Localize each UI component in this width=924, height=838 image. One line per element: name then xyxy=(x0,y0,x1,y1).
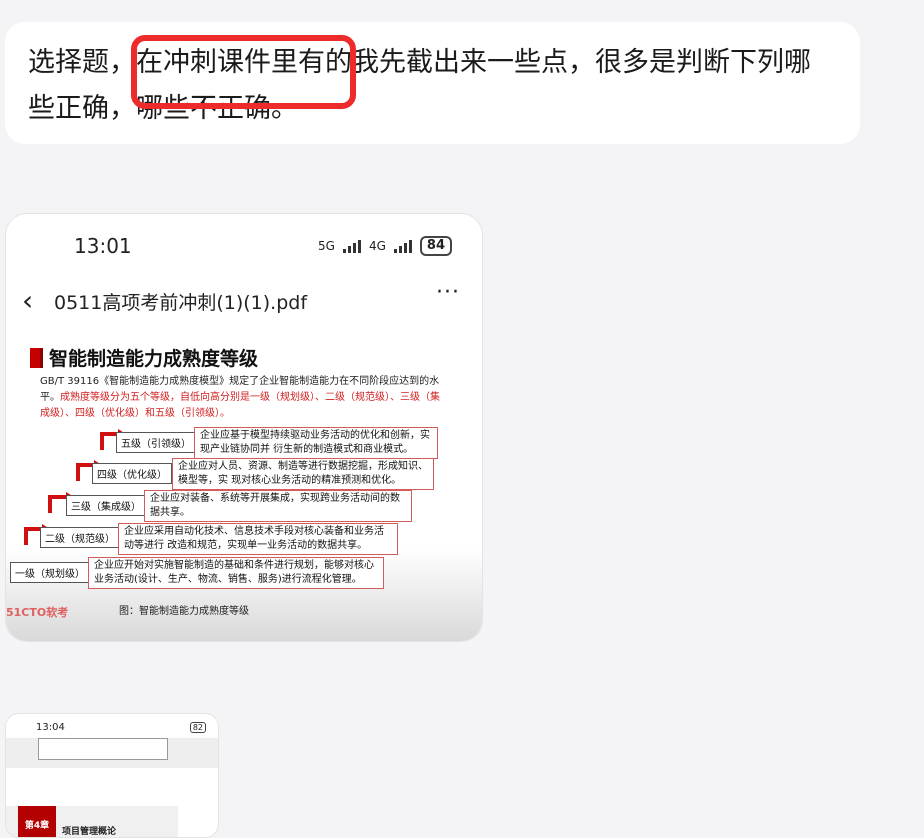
chapter-title: 项目管理概论 xyxy=(62,827,117,837)
battery-icon: 84 xyxy=(419,236,452,256)
status-time: 13:04 xyxy=(36,722,65,733)
level-5-desc: 企业应基于模型持续驱动业务活动的优化和创新，实现产业链协同并 衍生新的制造模式和… xyxy=(194,427,438,459)
status-time: 13:01 xyxy=(74,234,132,258)
pdf-page: 智能制造能力成熟度等级 GB/T 39116《智能制造能力成熟度模型》规定了企业… xyxy=(6,326,482,641)
chapter-label: 第4章 xyxy=(18,806,56,837)
level-2-label: 二级（规范级） xyxy=(40,527,120,548)
pdf-file-title: 0511高项考前冲刺(1)(1).pdf xyxy=(54,292,308,314)
chevron-left-icon[interactable]: ‹ xyxy=(22,284,33,317)
level-4-label: 四级（优化级） xyxy=(92,463,172,484)
level-1-desc: 企业应开始对实施智能制造的基础和条件进行规划，能够对核心业务活动(设计、生产、物… xyxy=(88,557,384,589)
page-title-text: 智能制造能力成熟度等级 xyxy=(49,348,259,370)
level-3-desc: 企业应对装备、系统等开展集成，实现跨业务活动间的数据共享。 xyxy=(144,490,412,522)
message-bubble: 选择题，在冲刺课件里有的我先截出来一些点，很多是判断下列哪 些正确，哪些不正确。 xyxy=(5,22,860,144)
title-marker xyxy=(30,347,43,368)
page-intro: GB/T 39116《智能制造能力成熟度模型》规定了企业智能制造能力在不同阶段应… xyxy=(40,374,440,422)
more-icon[interactable]: ··· xyxy=(436,280,460,305)
highlight-box xyxy=(131,35,356,109)
mini-diagram xyxy=(38,738,168,760)
screenshot-image-2[interactable]: 13:04 82 第4章 项目管理概论 xyxy=(5,713,219,838)
battery-icon: 82 xyxy=(189,722,206,733)
screenshot-image-1[interactable]: 13:01 5G 4G 84 ‹ 0511高项考前冲刺(1)(1).pdf ··… xyxy=(5,213,483,642)
page-title: 智能制造能力成熟度等级 xyxy=(30,344,258,371)
signal-icon-2 xyxy=(393,239,412,253)
watermark-logo: 51CTO软考 xyxy=(6,606,69,619)
figure-caption: 图：智能制造能力成熟度等级 xyxy=(119,606,249,617)
network-5g-label: 5G xyxy=(318,239,335,253)
status-icons: 5G 4G 84 xyxy=(318,236,452,256)
level-4-desc: 企业应对人员、资源、制造等进行数据挖掘，形成知识、模型等，实 现对核心业务活动的… xyxy=(172,458,434,490)
level-5-label: 五级（引领级） xyxy=(116,432,196,453)
arrow-icon xyxy=(48,492,74,513)
network-4g-label: 4G xyxy=(368,239,386,253)
level-2-desc: 企业应采用自动化技术、信息技术手段对核心装备和业务活动等进行 改造和规范，实现单… xyxy=(118,523,398,555)
intro-red-text: 成熟度等级分为五个等级，自低向高分别是一级（规划级）、二级（规范级）、三级（集 … xyxy=(40,392,440,419)
level-3-label: 三级（集成级） xyxy=(66,495,146,516)
pdf-nav-bar: ‹ 0511高项考前冲刺(1)(1).pdf ··· xyxy=(6,276,482,326)
signal-icon xyxy=(342,239,361,253)
level-1-label: 一级（规划级） xyxy=(10,562,90,583)
